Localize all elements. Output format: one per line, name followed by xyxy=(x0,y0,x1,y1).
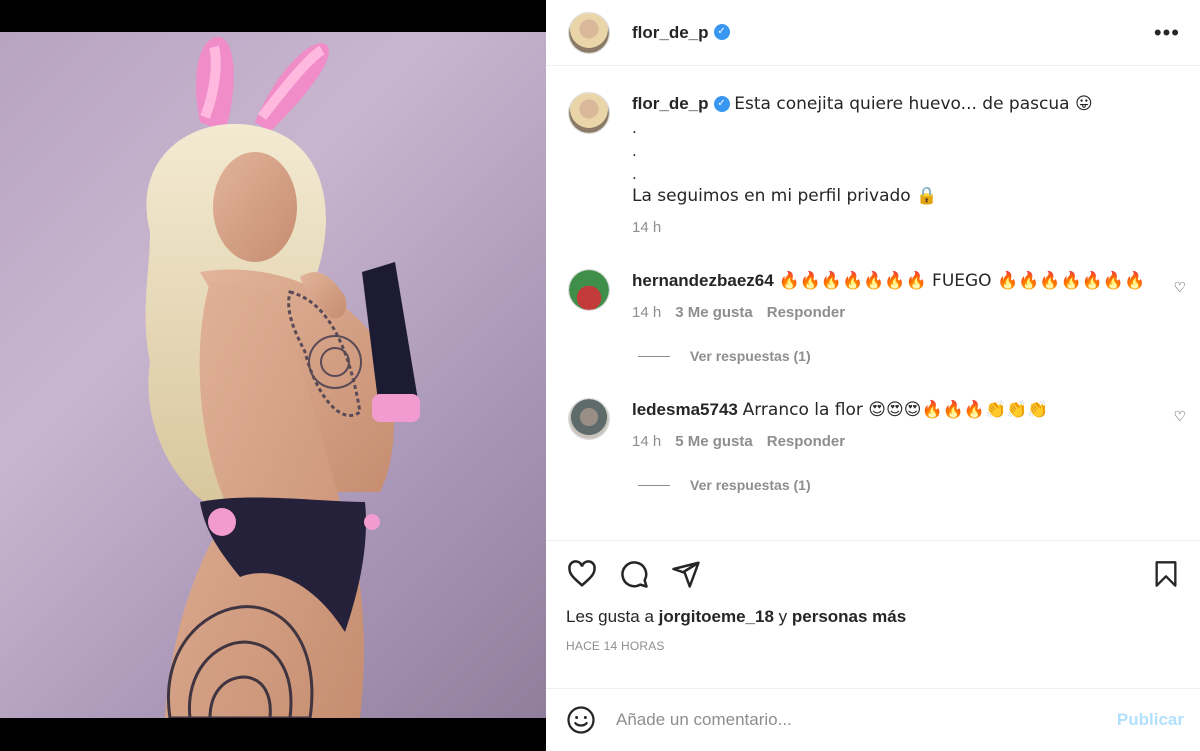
likes-prefix: Les gusta a xyxy=(566,607,654,626)
comment-icon[interactable] xyxy=(618,559,650,589)
avatar[interactable] xyxy=(568,269,610,311)
action-bar xyxy=(566,557,1180,591)
replies-divider xyxy=(638,355,670,357)
caption-text: Esta conejita quiere huevo... de pascua … xyxy=(734,94,1093,114)
comment-body: ledesma5743 Arranco la flor 😍😍😍🔥🔥🔥👏👏👏 14… xyxy=(632,398,1180,453)
caption-line: . xyxy=(632,141,637,160)
comment-like-heart-icon[interactable]: ♡ xyxy=(1173,279,1186,296)
comment-meta: 14 h 5 Me gusta Responder xyxy=(632,430,1180,453)
comment: hernandezbaez64 🔥🔥🔥🔥🔥🔥🔥 FUEGO 🔥🔥🔥🔥🔥🔥🔥 14… xyxy=(546,269,1200,324)
reply-button[interactable]: Responder xyxy=(767,301,845,324)
avatar[interactable] xyxy=(568,92,610,134)
add-comment-bar: Publicar xyxy=(546,688,1200,751)
likes-others-link[interactable]: personas más xyxy=(792,607,906,626)
caption-line: . xyxy=(632,164,637,183)
comment-text: Arranco la flor 😍😍😍🔥🔥🔥👏👏👏 xyxy=(742,400,1049,420)
post-header: flor_de_p ✓ ••• xyxy=(546,0,1200,66)
caption: flor_de_p ✓ Esta conejita quiere huevo...… xyxy=(546,66,1200,239)
comment-time[interactable]: 14 h xyxy=(632,430,661,453)
caption-time[interactable]: 14 h xyxy=(632,216,1093,239)
comment-likes[interactable]: 3 Me gusta xyxy=(675,301,753,324)
view-replies-button[interactable]: Ver respuestas (1) xyxy=(638,477,1200,493)
replies-divider xyxy=(638,484,670,486)
more-options-icon[interactable]: ••• xyxy=(1154,21,1180,44)
post-actions: Les gusta a jorgitoeme_18 y personas más… xyxy=(546,540,1200,653)
post-timestamp[interactable]: HACE 14 HORAS xyxy=(566,639,1180,653)
avatar[interactable] xyxy=(568,398,610,440)
view-replies-button[interactable]: Ver respuestas (1) xyxy=(638,348,1200,364)
comment-username[interactable]: hernandezbaez64 xyxy=(632,271,774,290)
bookmark-icon[interactable] xyxy=(1152,559,1180,589)
verified-icon: ✓ xyxy=(713,95,730,112)
reply-button[interactable]: Responder xyxy=(767,430,845,453)
verified-icon: ✓ xyxy=(713,23,730,40)
instagram-post-window: flor_de_p ✓ ••• flor_de_p ✓ Esta conejita… xyxy=(0,0,1200,751)
view-replies-label: Ver respuestas (1) xyxy=(690,348,811,364)
comment-like-heart-icon[interactable]: ♡ xyxy=(1173,408,1186,425)
comment-username[interactable]: ledesma5743 xyxy=(632,400,738,419)
caption-line: flor_de_p ✓ Esta conejita quiere huevo...… xyxy=(632,92,1093,116)
share-icon[interactable] xyxy=(670,559,702,589)
comment-likes[interactable]: 5 Me gusta xyxy=(675,430,753,453)
comment-time[interactable]: 14 h xyxy=(632,301,661,324)
comment-body: hernandezbaez64 🔥🔥🔥🔥🔥🔥🔥 FUEGO 🔥🔥🔥🔥🔥🔥🔥 14… xyxy=(632,269,1180,324)
post-sidebar: flor_de_p ✓ ••• flor_de_p ✓ Esta conejita… xyxy=(546,0,1200,751)
post-author-username[interactable]: flor_de_p xyxy=(632,23,709,43)
heart-icon[interactable] xyxy=(566,559,598,589)
view-replies-label: Ver respuestas (1) xyxy=(690,477,811,493)
comment-meta: 14 h 3 Me gusta Responder xyxy=(632,301,1180,324)
caption-line: La seguimos en mi perfil privado 🔒 xyxy=(632,186,938,206)
comment: ledesma5743 Arranco la flor 😍😍😍🔥🔥🔥👏👏👏 14… xyxy=(546,398,1200,453)
emoji-icon[interactable] xyxy=(566,705,596,735)
caption-body: flor_de_p ✓ Esta conejita quiere huevo...… xyxy=(632,92,1093,239)
comment-text: 🔥🔥🔥🔥🔥🔥🔥 FUEGO 🔥🔥🔥🔥🔥🔥🔥 xyxy=(778,271,1146,291)
post-photo[interactable] xyxy=(0,32,546,720)
photo-illustration xyxy=(145,36,420,720)
caption-line: . xyxy=(632,118,637,137)
liker-username[interactable]: jorgitoeme_18 xyxy=(659,607,774,626)
avatar[interactable] xyxy=(568,11,610,54)
comment-input[interactable] xyxy=(616,710,1117,730)
likes-conjunction: y xyxy=(778,607,788,626)
publish-button[interactable]: Publicar xyxy=(1117,710,1184,730)
post-media[interactable] xyxy=(0,0,546,751)
caption-username[interactable]: flor_de_p xyxy=(632,94,709,113)
likes-summary: Les gusta a jorgitoeme_18 y personas más xyxy=(566,607,1180,627)
